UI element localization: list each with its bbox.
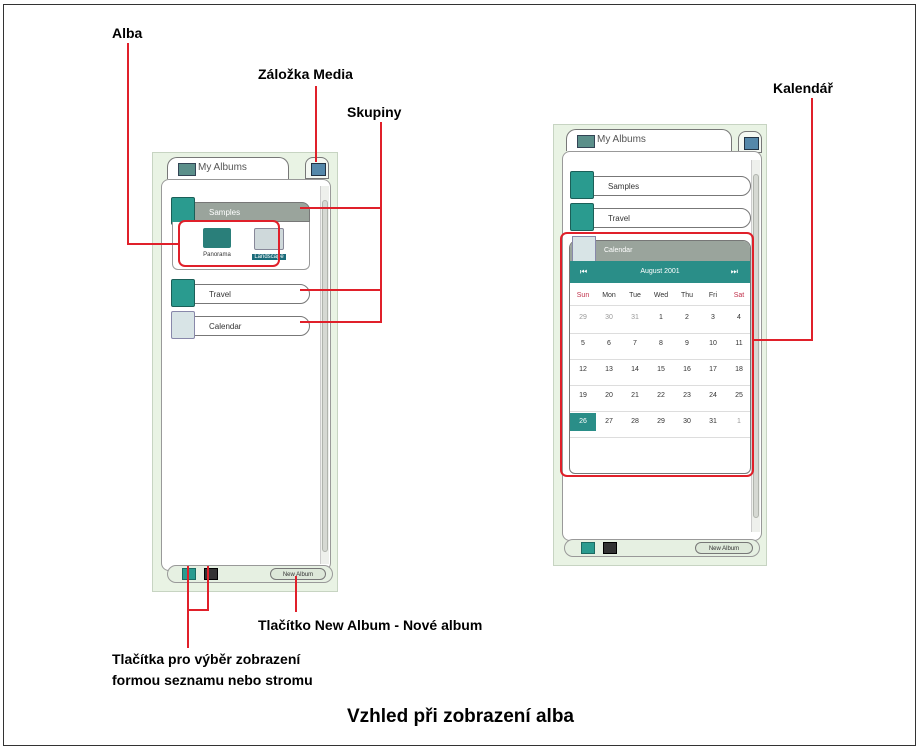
callout-line-albums <box>127 43 179 245</box>
callout-line-calendar <box>753 98 813 341</box>
calendar-highlight-box <box>560 232 754 477</box>
callout-line-groups-trunk <box>300 122 382 323</box>
callout-line-view-buttons-fork <box>188 566 209 611</box>
albums-highlight-box <box>178 220 280 267</box>
callout-lines <box>127 43 813 648</box>
